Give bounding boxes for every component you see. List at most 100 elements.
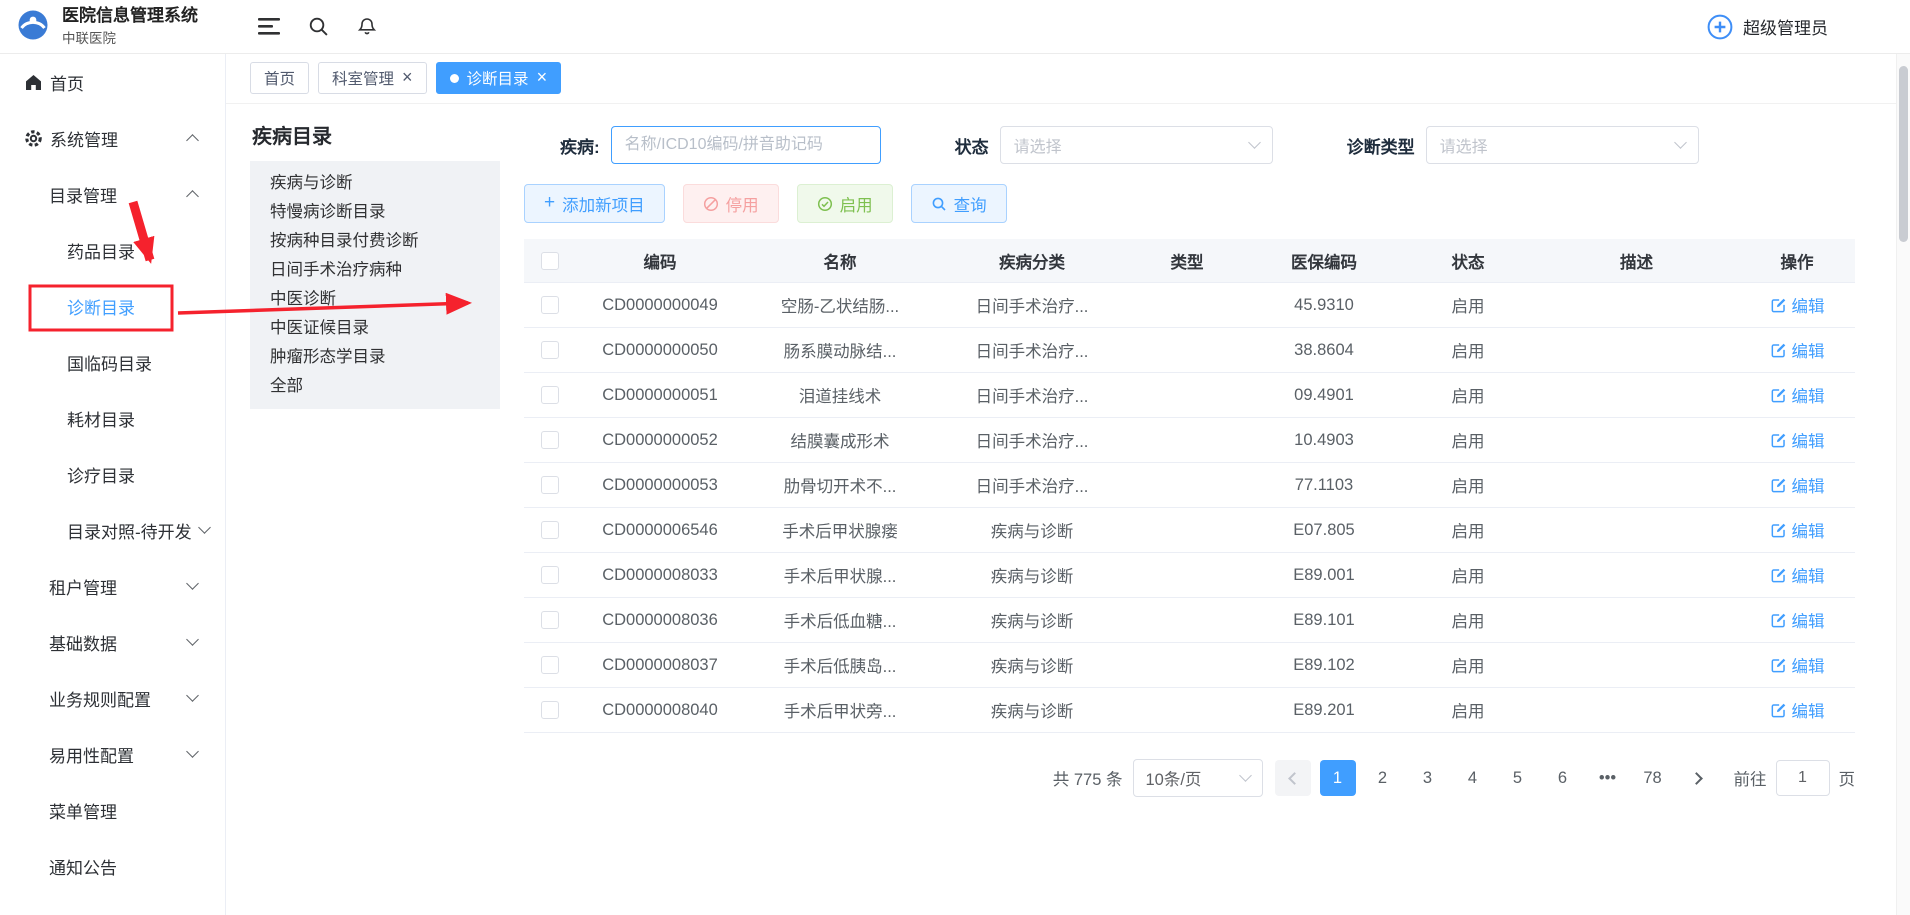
edit-label: 编辑 — [1792, 608, 1825, 632]
edit-button[interactable]: 编辑 — [1770, 293, 1825, 317]
catalog-item[interactable]: 中医诊断 — [250, 285, 500, 314]
sidebar-item-menu-mgmt[interactable]: 菜单管理 — [0, 782, 225, 838]
diagnosis-type-filter-label: 诊断类型 — [1347, 133, 1415, 158]
catalog-item[interactable]: 特慢病诊断目录 — [250, 198, 500, 227]
data-table: 编码 名称 疾病分类 类型 医保编码 状态 描述 操作 CD0000000049… — [524, 239, 1855, 733]
add-item-button[interactable]: + 添加新项目 — [524, 184, 665, 223]
user-menu[interactable]: 超级管理员 — [1706, 13, 1910, 41]
menu-collapse-icon[interactable] — [258, 18, 280, 35]
catalog-item[interactable]: 日间手术治疗病种 — [250, 256, 500, 285]
sidebar-item-national-code-catalog[interactable]: 国临码目录 — [0, 334, 225, 390]
tab-close-icon[interactable]: × — [402, 68, 413, 86]
edit-button[interactable]: 编辑 — [1770, 383, 1825, 407]
row-checkbox[interactable] — [541, 656, 559, 674]
pagination-page-3[interactable]: 3 — [1410, 760, 1446, 796]
scrollbar-thumb[interactable] — [1899, 66, 1908, 242]
disable-button[interactable]: 停用 — [683, 184, 779, 223]
catalog-item[interactable]: 中医证候目录 — [250, 314, 500, 343]
pagination-page-1[interactable]: 1 — [1320, 760, 1356, 796]
goto-page: 前往 页 — [1734, 760, 1856, 796]
sidebar-item-drug-catalog[interactable]: 药品目录 — [0, 222, 225, 278]
cell-status: 启用 — [1402, 383, 1534, 407]
row-checkbox[interactable] — [541, 341, 559, 359]
sidebar-item-usability-config[interactable]: 易用性配置 — [0, 726, 225, 782]
query-button[interactable]: 查询 — [911, 184, 1007, 223]
edit-button[interactable]: 编辑 — [1770, 563, 1825, 587]
pagination-page-2[interactable]: 2 — [1365, 760, 1401, 796]
cell-code: CD0000000051 — [576, 386, 744, 405]
row-checkbox[interactable] — [541, 386, 559, 404]
sidebar-item-notice[interactable]: 通知公告 — [0, 838, 225, 894]
catalog-item[interactable]: 肿瘤形态学目录 — [250, 343, 500, 372]
tab-home[interactable]: 首页 × — [250, 62, 309, 94]
catalog-item[interactable]: 疾病与诊断 — [250, 169, 500, 198]
cell-category: 疾病与诊断 — [936, 563, 1128, 587]
sidebar-item-home[interactable]: 首页 — [0, 54, 225, 110]
tab-dept-mgmt[interactable]: 科室管理 × — [318, 62, 427, 94]
pagination-page-4[interactable]: 4 — [1455, 760, 1491, 796]
row-checkbox[interactable] — [541, 296, 559, 314]
pagination-ellipsis[interactable]: ••• — [1590, 760, 1626, 796]
sidebar-item-business-rules[interactable]: 业务规则配置 — [0, 670, 225, 726]
app-title: 医院信息管理系统 — [62, 6, 198, 26]
edit-button[interactable]: 编辑 — [1770, 608, 1825, 632]
cell-insurance-code: E89.101 — [1246, 611, 1402, 630]
diagnosis-type-select[interactable]: 请选择 — [1426, 126, 1699, 164]
search-icon[interactable] — [308, 16, 329, 37]
chevron-icon — [198, 521, 211, 534]
edit-button[interactable]: 编辑 — [1770, 518, 1825, 542]
pagination-page-6[interactable]: 6 — [1545, 760, 1581, 796]
active-dot-icon — [450, 74, 459, 83]
scrollbar[interactable] — [1896, 54, 1910, 915]
page-size-select[interactable]: 10条/页 — [1133, 759, 1263, 797]
catalog-item[interactable]: 全部 — [250, 372, 500, 401]
pagination-next-button[interactable] — [1680, 760, 1716, 796]
status-select-value: 请选择 — [1014, 133, 1062, 157]
column-header-type: 类型 — [1128, 249, 1246, 273]
bell-icon[interactable] — [357, 16, 377, 37]
cell-status: 启用 — [1402, 338, 1534, 362]
row-checkbox[interactable] — [541, 611, 559, 629]
sidebar-item-catalog-mgmt[interactable]: 目录管理 — [0, 166, 225, 222]
row-checkbox[interactable] — [541, 566, 559, 584]
main-area: 首页 × 科室管理 × 诊断目录 × 疾病目录 疾病与诊断特慢病诊断目录按病种目… — [226, 0, 1910, 797]
goto-page-input[interactable] — [1776, 760, 1830, 796]
sidebar-item-diagnosis-catalog[interactable]: 诊断目录 — [0, 278, 225, 334]
row-checkbox[interactable] — [541, 476, 559, 494]
status-select[interactable]: 请选择 — [1000, 126, 1273, 164]
pagination-page-5[interactable]: 5 — [1500, 760, 1536, 796]
pagination-page-78[interactable]: 78 — [1635, 760, 1671, 796]
cell-code: CD0000008036 — [576, 611, 744, 630]
cell-name: 手术后甲状腺... — [744, 563, 936, 587]
table-row: CD0000008040 手术后甲状旁... 疾病与诊断 E89.201 启用 … — [524, 688, 1855, 733]
sidebar-item-basic-data[interactable]: 基础数据 — [0, 614, 225, 670]
sidebar-item-treatment-catalog[interactable]: 诊疗目录 — [0, 446, 225, 502]
cell-name: 泪道挂线术 — [744, 383, 936, 407]
pagination-prev-button[interactable] — [1275, 760, 1311, 796]
sidebar-item-catalog-mapping[interactable]: 目录对照-待开发 — [0, 502, 225, 558]
sidebar-item-consumable-catalog[interactable]: 耗材目录 — [0, 390, 225, 446]
goto-suffix: 页 — [1839, 766, 1856, 790]
row-checkbox[interactable] — [541, 701, 559, 719]
gear-icon — [24, 129, 43, 148]
tab-diagnosis-catalog[interactable]: 诊断目录 × — [436, 62, 562, 94]
edit-button[interactable]: 编辑 — [1770, 428, 1825, 452]
chevron-icon — [186, 190, 199, 203]
edit-button[interactable]: 编辑 — [1770, 338, 1825, 362]
column-header-category: 疾病分类 — [936, 249, 1128, 273]
sidebar-item-system-mgmt[interactable]: 系统管理 — [0, 110, 225, 166]
edit-button[interactable]: 编辑 — [1770, 473, 1825, 497]
row-checkbox[interactable] — [541, 431, 559, 449]
edit-button[interactable]: 编辑 — [1770, 653, 1825, 677]
disease-search-input[interactable] — [611, 126, 881, 164]
table-row: CD0000000052 结膜囊成形术 日间手术治疗... 10.4903 启用… — [524, 418, 1855, 463]
tab-close-icon[interactable]: × — [537, 68, 548, 86]
catalog-item[interactable]: 按病种目录付费诊断 — [250, 227, 500, 256]
edit-button[interactable]: 编辑 — [1770, 698, 1825, 722]
enable-button[interactable]: 启用 — [797, 184, 893, 223]
row-checkbox[interactable] — [541, 521, 559, 539]
sidebar-item-tenant-mgmt[interactable]: 租户管理 — [0, 558, 225, 614]
chevron-down-icon — [1239, 769, 1252, 782]
select-all-checkbox[interactable] — [541, 252, 559, 270]
column-header-name: 名称 — [744, 249, 936, 273]
